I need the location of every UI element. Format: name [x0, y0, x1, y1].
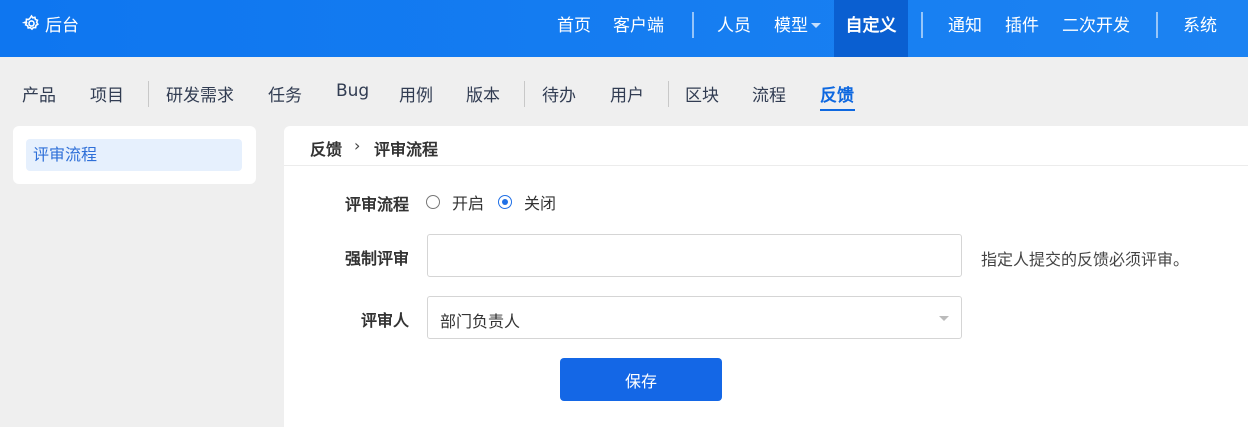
sidebar-item-review-flow[interactable]: 评审流程: [26, 139, 242, 171]
nav-custom-label: 自定义: [845, 16, 897, 36]
nav-people[interactable]: 人员: [717, 11, 751, 36]
nav-notify[interactable]: 通知: [948, 11, 982, 36]
radio-disable[interactable]: [498, 195, 513, 209]
radio-enable[interactable]: [426, 195, 440, 209]
nav-model[interactable]: 模型: [774, 11, 821, 36]
nav-model-label: 模型: [774, 15, 808, 36]
force-review-input[interactable]: [427, 234, 962, 277]
chevron-down-icon: [811, 23, 821, 28]
review-flow-radio-group: 开启 关闭: [426, 190, 570, 214]
nav-plugin[interactable]: 插件: [1005, 11, 1039, 36]
subnav-item-user[interactable]: 用户: [610, 81, 644, 106]
review-flow-label: 评审流程: [344, 195, 409, 214]
nav-divider: [921, 12, 923, 38]
subnav-item-requirement[interactable]: 研发需求: [166, 81, 234, 106]
subnav-item-project[interactable]: 项目: [90, 81, 124, 106]
save-button[interactable]: 保存: [560, 358, 722, 401]
nav-client[interactable]: 客户端: [613, 11, 664, 36]
nav-secondary-dev[interactable]: 二次开发: [1062, 11, 1130, 36]
subnav-item-todo[interactable]: 待办: [542, 81, 576, 106]
breadcrumb-separator-icon: ›: [354, 136, 361, 155]
breadcrumb-parent[interactable]: 反馈: [310, 136, 342, 160]
nav-system[interactable]: 系统: [1183, 11, 1217, 36]
subnav-item-task[interactable]: 任务: [268, 81, 302, 106]
chevron-down-icon: [939, 316, 949, 321]
subnav-item-product[interactable]: 产品: [22, 81, 56, 106]
subnav-item-version[interactable]: 版本: [466, 81, 500, 106]
reviewer-select[interactable]: 部门负责人: [427, 296, 962, 339]
subnav-item-block[interactable]: 区块: [685, 81, 719, 106]
nav-home[interactable]: 首页: [557, 11, 591, 36]
nav-divider: [692, 12, 694, 38]
force-review-label: 强制评审: [344, 249, 409, 268]
sub-nav: 产品 项目 研发需求 任务 Bug 用例 版本 待办 用户 区块 流程 反馈: [0, 57, 1248, 126]
save-button-label: 保存: [624, 371, 657, 391]
breadcrumb-current: 评审流程: [374, 140, 439, 159]
nav-divider: [1156, 12, 1158, 38]
top-header: 后台 首页 客户端 人员 模型 自定义 通知 插件 二次开发 系统: [0, 0, 1248, 57]
active-tab-underline: [820, 109, 855, 111]
subnav-item-workflow[interactable]: 流程: [752, 81, 786, 106]
reviewer-select-value: 部门负责人: [440, 312, 521, 331]
subnav-divider: [524, 81, 525, 107]
radio-disable-label[interactable]: 关闭: [524, 190, 556, 214]
top-nav: 首页 客户端 人员 模型 自定义 通知 插件 二次开发 系统: [0, 0, 1248, 57]
force-review-hint: 指定人提交的反馈必须评审。: [981, 250, 1190, 269]
subnav-item-feedback[interactable]: 反馈: [820, 81, 854, 106]
subnav-divider: [148, 81, 149, 107]
subnav-item-testcase[interactable]: 用例: [399, 81, 433, 106]
side-menu: 评审流程: [13, 126, 256, 184]
breadcrumb: 反馈 › 评审流程: [284, 126, 1248, 166]
subnav-divider: [668, 81, 669, 107]
main-panel: 反馈 › 评审流程 评审流程 开启 关闭 强制评审 指定人提交的反馈必须评审。 …: [284, 126, 1248, 427]
reviewer-label: 评审人: [360, 311, 409, 330]
nav-custom[interactable]: 自定义: [834, 0, 908, 57]
subnav-item-bug[interactable]: Bug: [336, 81, 369, 101]
radio-enable-label[interactable]: 开启: [452, 190, 484, 214]
